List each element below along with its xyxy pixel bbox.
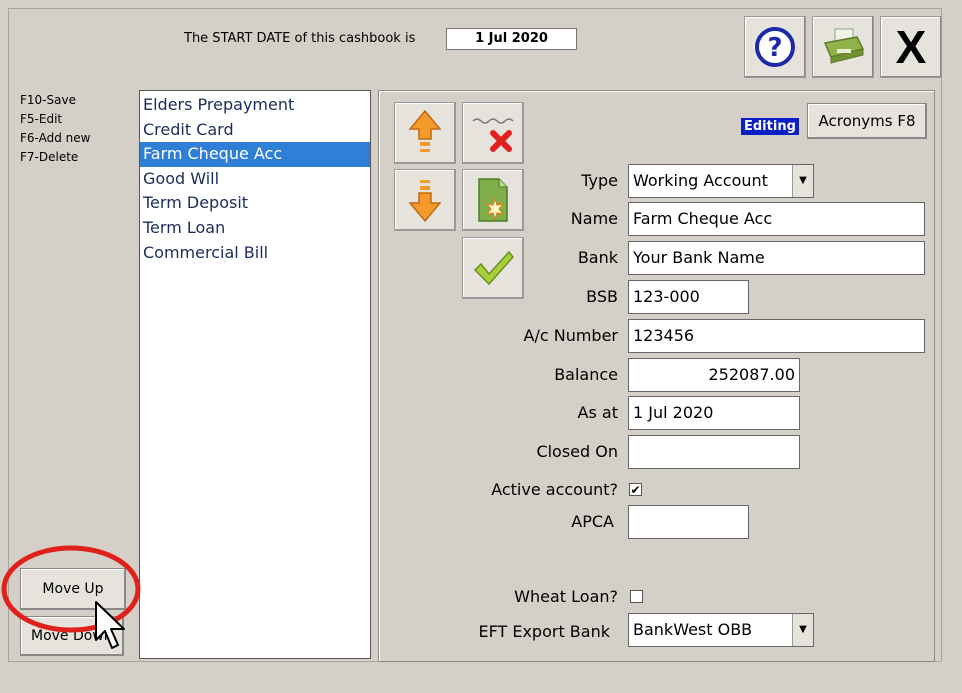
shortcut-edit: F5-Edit bbox=[20, 112, 63, 126]
shortcut-save: F10-Save bbox=[20, 93, 76, 107]
as-at-label: As at bbox=[577, 403, 618, 422]
eft-export-bank-value: BankWest OBB bbox=[633, 620, 753, 639]
wheat-loan-checkbox[interactable] bbox=[630, 590, 643, 603]
list-item-selected[interactable]: Farm Cheque Acc bbox=[140, 142, 370, 167]
arrow-down-icon bbox=[408, 180, 442, 223]
list-item[interactable]: Good Will bbox=[140, 167, 370, 192]
chevron-down-icon[interactable]: ▼ bbox=[792, 614, 813, 646]
delete-document-icon bbox=[472, 118, 514, 152]
bsb-label: BSB bbox=[586, 287, 618, 306]
account-list[interactable]: Elders Prepayment Credit Card Farm Chequ… bbox=[139, 90, 371, 659]
bank-field[interactable]: Your Bank Name bbox=[628, 241, 925, 275]
type-label: Type bbox=[581, 171, 618, 190]
list-item[interactable]: Term Deposit bbox=[140, 191, 370, 216]
account-number-field[interactable]: 123456 bbox=[628, 319, 925, 353]
editing-status-badge: Editing bbox=[741, 118, 799, 135]
chevron-down-icon[interactable]: ▼ bbox=[792, 165, 813, 197]
bank-label: Bank bbox=[577, 248, 618, 267]
list-item[interactable]: Term Loan bbox=[140, 216, 370, 241]
arrow-up-icon bbox=[408, 109, 442, 152]
name-label: Name bbox=[570, 209, 618, 228]
start-date-value: 1 Jul 2020 bbox=[446, 28, 577, 50]
closed-on-label: Closed On bbox=[536, 442, 618, 461]
list-item[interactable]: Elders Prepayment bbox=[140, 93, 370, 118]
eft-export-bank-select[interactable]: BankWest OBB ▼ bbox=[628, 613, 814, 647]
apca-field[interactable] bbox=[628, 505, 749, 539]
mouse-cursor-icon bbox=[95, 601, 125, 649]
close-button[interactable]: X bbox=[880, 16, 942, 78]
bsb-field[interactable]: 123-000 bbox=[628, 280, 749, 314]
close-icon: X bbox=[895, 21, 927, 73]
list-item[interactable]: Credit Card bbox=[140, 118, 370, 143]
apca-label: APCA bbox=[571, 512, 614, 531]
start-date-label: The START DATE of this cashbook is bbox=[184, 31, 416, 46]
balance-field[interactable]: 252087.00 bbox=[628, 358, 800, 392]
type-select[interactable]: Working Account ▼ bbox=[628, 164, 814, 198]
active-account-checkbox[interactable]: ✔ bbox=[629, 483, 642, 496]
shortcut-delete: F7-Delete bbox=[20, 150, 79, 164]
question-mark-icon: ? bbox=[755, 27, 795, 67]
shortcut-legend: F10-Save F5-Edit F6-Add new F7-Delete bbox=[20, 91, 90, 167]
as-at-field[interactable]: 1 Jul 2020 bbox=[628, 396, 800, 430]
closed-on-field[interactable] bbox=[628, 435, 800, 469]
account-number-label: A/c Number bbox=[523, 326, 619, 345]
delete-record-button[interactable] bbox=[462, 102, 524, 164]
active-account-label: Active account? bbox=[491, 480, 618, 499]
move-record-down-button[interactable] bbox=[394, 169, 456, 231]
print-button[interactable] bbox=[812, 16, 874, 78]
help-button[interactable]: ? bbox=[744, 16, 806, 78]
svg-text:?: ? bbox=[767, 33, 782, 63]
acronyms-button[interactable]: Acronyms F8 bbox=[807, 103, 927, 139]
name-field[interactable]: Farm Cheque Acc bbox=[628, 202, 925, 236]
eft-export-bank-label: EFT Export Bank bbox=[478, 622, 610, 641]
move-record-up-button[interactable] bbox=[394, 102, 456, 164]
wheat-loan-label: Wheat Loan? bbox=[514, 587, 618, 606]
printer-icon bbox=[823, 28, 865, 64]
list-item[interactable]: Commercial Bill bbox=[140, 241, 370, 266]
type-select-value: Working Account bbox=[633, 171, 768, 190]
shortcut-add: F6-Add new bbox=[20, 131, 91, 145]
balance-label: Balance bbox=[554, 365, 618, 384]
